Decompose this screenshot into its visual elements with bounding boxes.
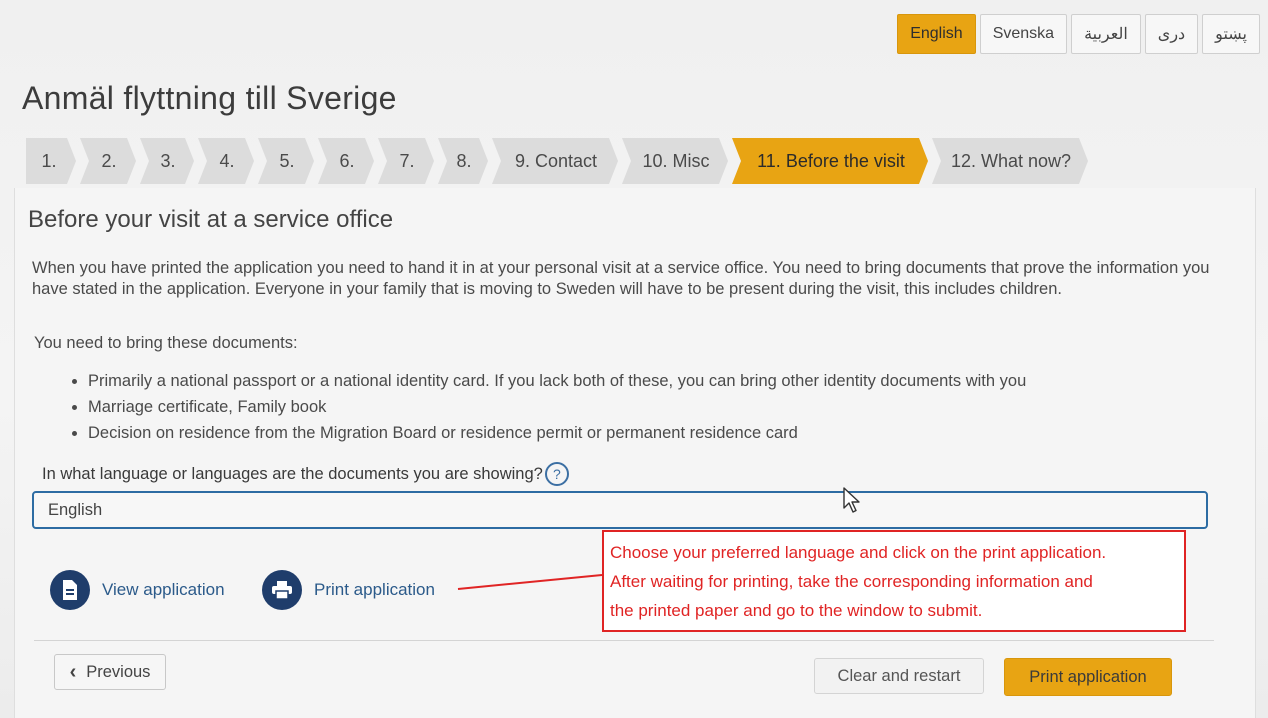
step-4[interactable]: 4. [198,138,254,184]
print-application-label: Print application [314,580,435,599]
intro-paragraph: When you have printed the application yo… [32,259,1210,298]
step-7[interactable]: 7. [378,138,434,184]
clear-and-restart-button[interactable]: Clear and restart [814,658,984,694]
lang-button-arabic[interactable]: العربية [1071,14,1141,54]
step-2[interactable]: 2. [80,138,136,184]
document-icon [50,570,90,610]
chevron-left-icon: ‹ [69,660,77,683]
list-item: Primarily a national passport or a natio… [88,368,1026,394]
printer-icon [262,570,302,610]
instruction-annotation: Choose your preferred language and click… [602,530,1186,632]
step-progress: 1. 2. 3. 4. 5. 6. 7. 8. 9. Contact 10. M… [26,138,1092,184]
annotation-pointer-line [457,574,603,590]
lang-button-pashto[interactable]: پښتو [1202,14,1260,54]
annotation-line-2: After waiting for printing, take the cor… [610,572,1093,591]
step-5[interactable]: 5. [258,138,314,184]
step-3[interactable]: 3. [140,138,194,184]
documents-list: Primarily a national passport or a natio… [60,368,1026,446]
lang-button-english[interactable]: English [897,14,976,54]
section-title: Before your visit at a service office [28,206,394,233]
step-12-what-now[interactable]: 12. What now? [932,138,1088,184]
step-6[interactable]: 6. [318,138,374,184]
language-question-label: In what language or languages are the do… [42,464,543,483]
print-application-button[interactable]: Print application [1004,658,1172,696]
documents-label: You need to bring these documents: [34,334,298,352]
help-icon[interactable]: ? [544,462,569,486]
document-language-input[interactable] [32,491,1208,529]
step-8[interactable]: 8. [438,138,488,184]
list-item: Marriage certificate, Family book [88,394,1026,420]
annotation-line-3: the printed paper and go to the window t… [610,601,983,620]
step-1[interactable]: 1. [26,138,76,184]
lang-button-dari[interactable]: دری [1144,14,1199,54]
view-application-label: View application [102,580,225,599]
footer-divider [34,640,1214,641]
annotation-line-1: Choose your preferred language and click… [610,543,1107,562]
mouse-pointer-icon [843,487,860,513]
print-application-link[interactable]: Print application [262,570,435,610]
page-title: Anmäl flyttning till Sverige [22,80,397,116]
step-9-contact[interactable]: 9. Contact [492,138,618,184]
view-application-link[interactable]: View application [50,570,225,610]
lang-button-svenska[interactable]: Svenska [979,14,1068,54]
language-selector: English Svenska العربية دری پښتو [897,14,1260,54]
language-question: In what language or languages are the do… [42,462,569,486]
previous-button-label: Previous [86,662,151,681]
list-item: Decision on residence from the Migration… [88,420,1026,446]
step-10-misc[interactable]: 10. Misc [622,138,728,184]
step-11-before-the-visit[interactable]: 11. Before the visit [732,138,928,184]
previous-button[interactable]: ‹ Previous [54,654,166,690]
